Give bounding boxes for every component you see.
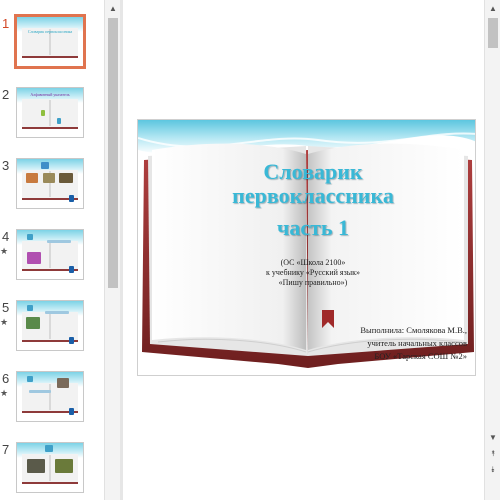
slide-number: 3 xyxy=(2,158,10,173)
slide-thumbnail-4[interactable] xyxy=(16,229,84,280)
slide-title-line-3[interactable]: часть 1 xyxy=(198,216,428,240)
slide-title-line-1[interactable]: Словарик xyxy=(198,160,428,184)
slide-number: 1 xyxy=(2,16,10,31)
editor-scrollbar[interactable]: ▲ ▼ ⯭ ⯯ xyxy=(484,0,500,500)
slide-author-line-2[interactable]: учитель начальных классов xyxy=(287,337,467,350)
slide-editor-canvas[interactable]: Словарик первоклассника часть 1 (ОС «Шко… xyxy=(137,119,476,376)
powerpoint-window: 1 Словарик первоклассника 2 Алфавитный у… xyxy=(0,0,500,500)
slide-number: 7 xyxy=(2,442,10,457)
scroll-down-icon[interactable]: ▼ xyxy=(487,432,499,444)
thumbnail-row-3[interactable]: 3 xyxy=(0,158,104,220)
slide-number: 4 xyxy=(2,229,10,244)
slide-author-line-1[interactable]: Выполнила: Смолякова М.В., xyxy=(287,324,467,337)
slide-subtitle-line-1[interactable]: (ОС «Школа 2100» xyxy=(228,258,398,268)
slide-title-line-2[interactable]: первоклассника xyxy=(198,184,428,208)
thumbnail-title: Словарик первоклассника xyxy=(27,29,73,34)
scroll-up-icon[interactable]: ▲ xyxy=(107,3,119,15)
thumbnail-scroll-thumb[interactable] xyxy=(108,18,118,288)
thumbnail-scrollbar[interactable]: ▲ xyxy=(104,0,120,500)
slide-subtitle-line-2[interactable]: к учебнику «Русский язык» xyxy=(228,268,398,278)
pane-splitter[interactable] xyxy=(120,0,123,500)
previous-slide-icon[interactable]: ⯭ xyxy=(487,448,499,460)
thumbnail-row-2[interactable]: 2 Алфавитный указатель xyxy=(0,87,104,149)
animation-star-icon: ★ xyxy=(0,388,9,398)
slide-thumbnail-1[interactable]: Словарик первоклассника xyxy=(14,14,86,69)
slide-thumbnail-6[interactable] xyxy=(16,371,84,422)
slide-number: 2 xyxy=(2,87,10,102)
slide-thumbnail-7[interactable] xyxy=(16,442,84,493)
slide-thumbnail-5[interactable] xyxy=(16,300,84,351)
thumbnail-row-5[interactable]: 5 ★ xyxy=(0,300,104,362)
animation-star-icon: ★ xyxy=(0,317,9,327)
slide-thumbnail-2[interactable]: Алфавитный указатель xyxy=(16,87,84,138)
thumbnail-row-6[interactable]: 6 ★ xyxy=(0,371,104,433)
slide-subtitle-line-3[interactable]: «Пишу правильно») xyxy=(228,278,398,288)
slide-number: 6 xyxy=(2,371,10,386)
slide-author-line-3[interactable]: БОУ «Тарская СОШ №2» xyxy=(287,350,467,363)
thumbnail-row-4[interactable]: 4 ★ xyxy=(0,229,104,291)
thumbnail-row-1[interactable]: 1 Словарик первоклассника xyxy=(0,14,104,78)
thumbnail-row-7[interactable]: 7 xyxy=(0,442,104,500)
slide-number: 5 xyxy=(2,300,10,315)
slide-thumbnail-pane: 1 Словарик первоклассника 2 Алфавитный у… xyxy=(0,0,104,500)
animation-star-icon: ★ xyxy=(0,246,9,256)
editor-scroll-thumb[interactable] xyxy=(488,18,498,48)
next-slide-icon[interactable]: ⯯ xyxy=(487,464,499,476)
thumbnail-title: Алфавитный указатель xyxy=(30,92,70,97)
scroll-up-icon[interactable]: ▲ xyxy=(487,3,499,15)
slide-thumbnail-3[interactable] xyxy=(16,158,84,209)
